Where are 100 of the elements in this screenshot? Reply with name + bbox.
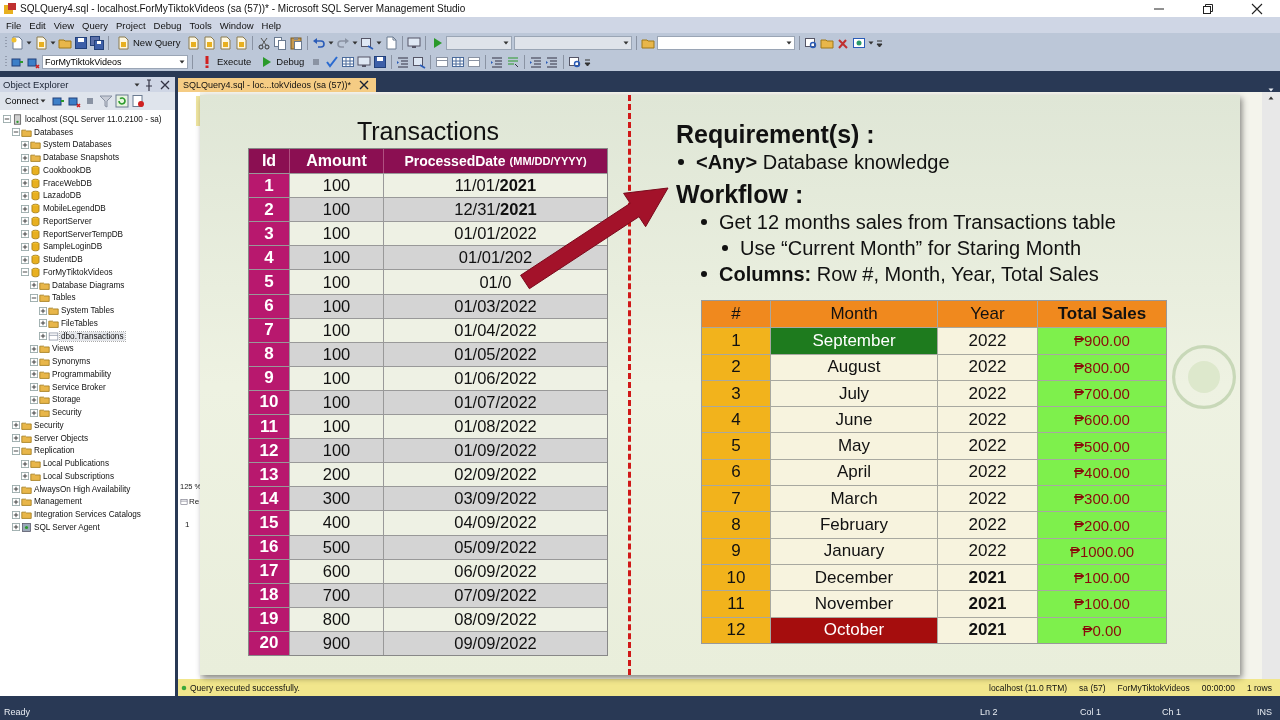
monitor-icon[interactable] <box>357 54 372 69</box>
refresh-icon[interactable] <box>114 94 129 108</box>
caret-icon[interactable] <box>134 82 140 87</box>
connect-button[interactable]: Connect <box>3 96 49 106</box>
disconnect-icon[interactable] <box>66 94 81 108</box>
table-icon[interactable] <box>435 54 450 69</box>
expand-icon[interactable] <box>39 306 47 315</box>
indent-icon[interactable] <box>545 54 560 69</box>
tree-item[interactable]: Database Snapshots <box>42 153 120 163</box>
tree-item[interactable]: Views <box>51 344 75 354</box>
debug-button[interactable]: Debug <box>256 53 308 70</box>
expand-icon[interactable] <box>12 523 20 532</box>
search-icon[interactable] <box>803 35 818 50</box>
indent-icon[interactable] <box>529 54 544 69</box>
expand-icon[interactable] <box>30 357 38 366</box>
expand-icon[interactable] <box>30 370 38 379</box>
expand-icon[interactable] <box>21 255 29 264</box>
expand-icon[interactable] <box>21 230 29 239</box>
dropdown[interactable] <box>656 35 795 50</box>
expand-icon[interactable] <box>21 179 29 188</box>
expand-icon[interactable] <box>21 472 29 481</box>
tree-item[interactable]: Service Broker <box>51 382 107 392</box>
indent-icon[interactable] <box>396 54 411 69</box>
plug-icon[interactable] <box>50 94 65 108</box>
tree-item[interactable]: ForMyTiktokVideos <box>42 267 114 277</box>
collapse-icon[interactable] <box>3 115 11 124</box>
tree-item[interactable]: AlwaysOn High Availability <box>33 484 132 494</box>
menu-item[interactable]: Window <box>215 19 258 31</box>
window-icon[interactable] <box>359 35 374 50</box>
search-icon[interactable] <box>568 54 583 69</box>
tree-item[interactable]: Local Publications <box>42 459 110 469</box>
expand-icon[interactable] <box>21 242 29 251</box>
query-document-icon[interactable] <box>201 35 216 50</box>
table-icon[interactable] <box>467 54 482 69</box>
expand-icon[interactable] <box>21 204 29 213</box>
tree-item[interactable]: CookbookDB <box>42 165 93 175</box>
collapse-icon[interactable] <box>21 268 29 277</box>
tree-item[interactable]: ReportServer <box>42 216 93 226</box>
collapse-icon[interactable] <box>12 446 20 455</box>
expand-icon[interactable] <box>12 434 20 443</box>
results-tab[interactable]: Re <box>189 497 200 506</box>
tree-item[interactable]: Database Diagrams <box>51 280 126 290</box>
window-icon[interactable] <box>851 35 866 50</box>
tree-item[interactable]: Storage <box>51 395 82 405</box>
indent-icon[interactable] <box>490 54 505 69</box>
tree-item[interactable]: MobileLegendDB <box>42 204 107 214</box>
menu-item[interactable]: Query <box>78 19 112 31</box>
check-icon[interactable] <box>325 54 340 69</box>
copy-icon[interactable] <box>272 35 287 50</box>
menu-item[interactable]: Debug <box>149 19 186 31</box>
document-tab[interactable]: SQLQuery4.sql - loc...tokVideos (sa (57))* <box>178 78 376 92</box>
scrollbar[interactable] <box>1262 92 1280 679</box>
tree-item[interactable]: FraceWebDB <box>42 178 93 188</box>
tree-item[interactable]: dbo.Transactions <box>60 331 125 341</box>
tree-item[interactable]: Security <box>51 408 83 418</box>
tree-item[interactable]: Replication <box>33 446 76 456</box>
new-document-icon[interactable] <box>10 35 24 50</box>
tree-item[interactable]: FileTables <box>60 318 99 328</box>
tree-item[interactable]: Management <box>33 497 83 507</box>
grid-icon[interactable] <box>341 54 356 69</box>
expand-icon[interactable] <box>39 332 47 341</box>
tree-item[interactable]: Databases <box>33 127 75 137</box>
tree-item[interactable]: Synonyms <box>51 357 92 367</box>
query-document-icon[interactable] <box>185 35 200 50</box>
tree-item[interactable]: Security <box>33 420 65 430</box>
expand-icon[interactable] <box>30 344 38 353</box>
expand-icon[interactable] <box>39 319 47 328</box>
save-icon[interactable] <box>373 54 388 69</box>
tree-item[interactable]: System Databases <box>42 140 113 150</box>
expand-icon[interactable] <box>21 217 29 226</box>
menu-item[interactable]: Help <box>257 19 286 31</box>
expand-icon[interactable] <box>12 497 20 506</box>
tree-item[interactable]: StudentDB <box>42 255 84 265</box>
tree-item[interactable]: Tables <box>51 293 77 303</box>
expand-icon[interactable] <box>30 395 38 404</box>
tree-item[interactable]: localhost (SQL Server 11.0.2100 - sa) <box>24 114 163 124</box>
expand-icon[interactable] <box>21 459 29 468</box>
menu-item[interactable]: View <box>49 19 79 31</box>
tree-item[interactable]: Programmability <box>51 369 113 379</box>
save-icon[interactable] <box>74 35 88 50</box>
grid-icon[interactable] <box>451 54 466 69</box>
expand-icon[interactable] <box>30 383 38 392</box>
expand-icon[interactable] <box>12 485 20 494</box>
collapse-icon[interactable] <box>12 128 20 137</box>
tree-item[interactable]: Local Subscriptions <box>42 471 115 481</box>
execute-button[interactable]: Execute <box>197 53 255 70</box>
monitor-icon[interactable] <box>406 35 421 50</box>
new-query-button[interactable]: New Query <box>113 34 184 51</box>
tree-item[interactable]: System Tables <box>60 306 116 316</box>
window-icon[interactable] <box>412 54 427 69</box>
expand-icon[interactable] <box>12 421 20 430</box>
menu-item[interactable]: Project <box>112 19 150 31</box>
expand-icon[interactable] <box>21 140 29 149</box>
database-dropdown[interactable]: ForMyTiktokVideos <box>42 54 188 69</box>
scissors-icon[interactable] <box>256 35 271 50</box>
query-document-icon[interactable] <box>217 35 232 50</box>
collapse-icon[interactable] <box>30 293 38 302</box>
tree-item[interactable]: Integration Services Catalogs <box>33 510 142 520</box>
menu-item[interactable]: Tools <box>185 19 216 31</box>
expand-icon[interactable] <box>30 408 38 417</box>
